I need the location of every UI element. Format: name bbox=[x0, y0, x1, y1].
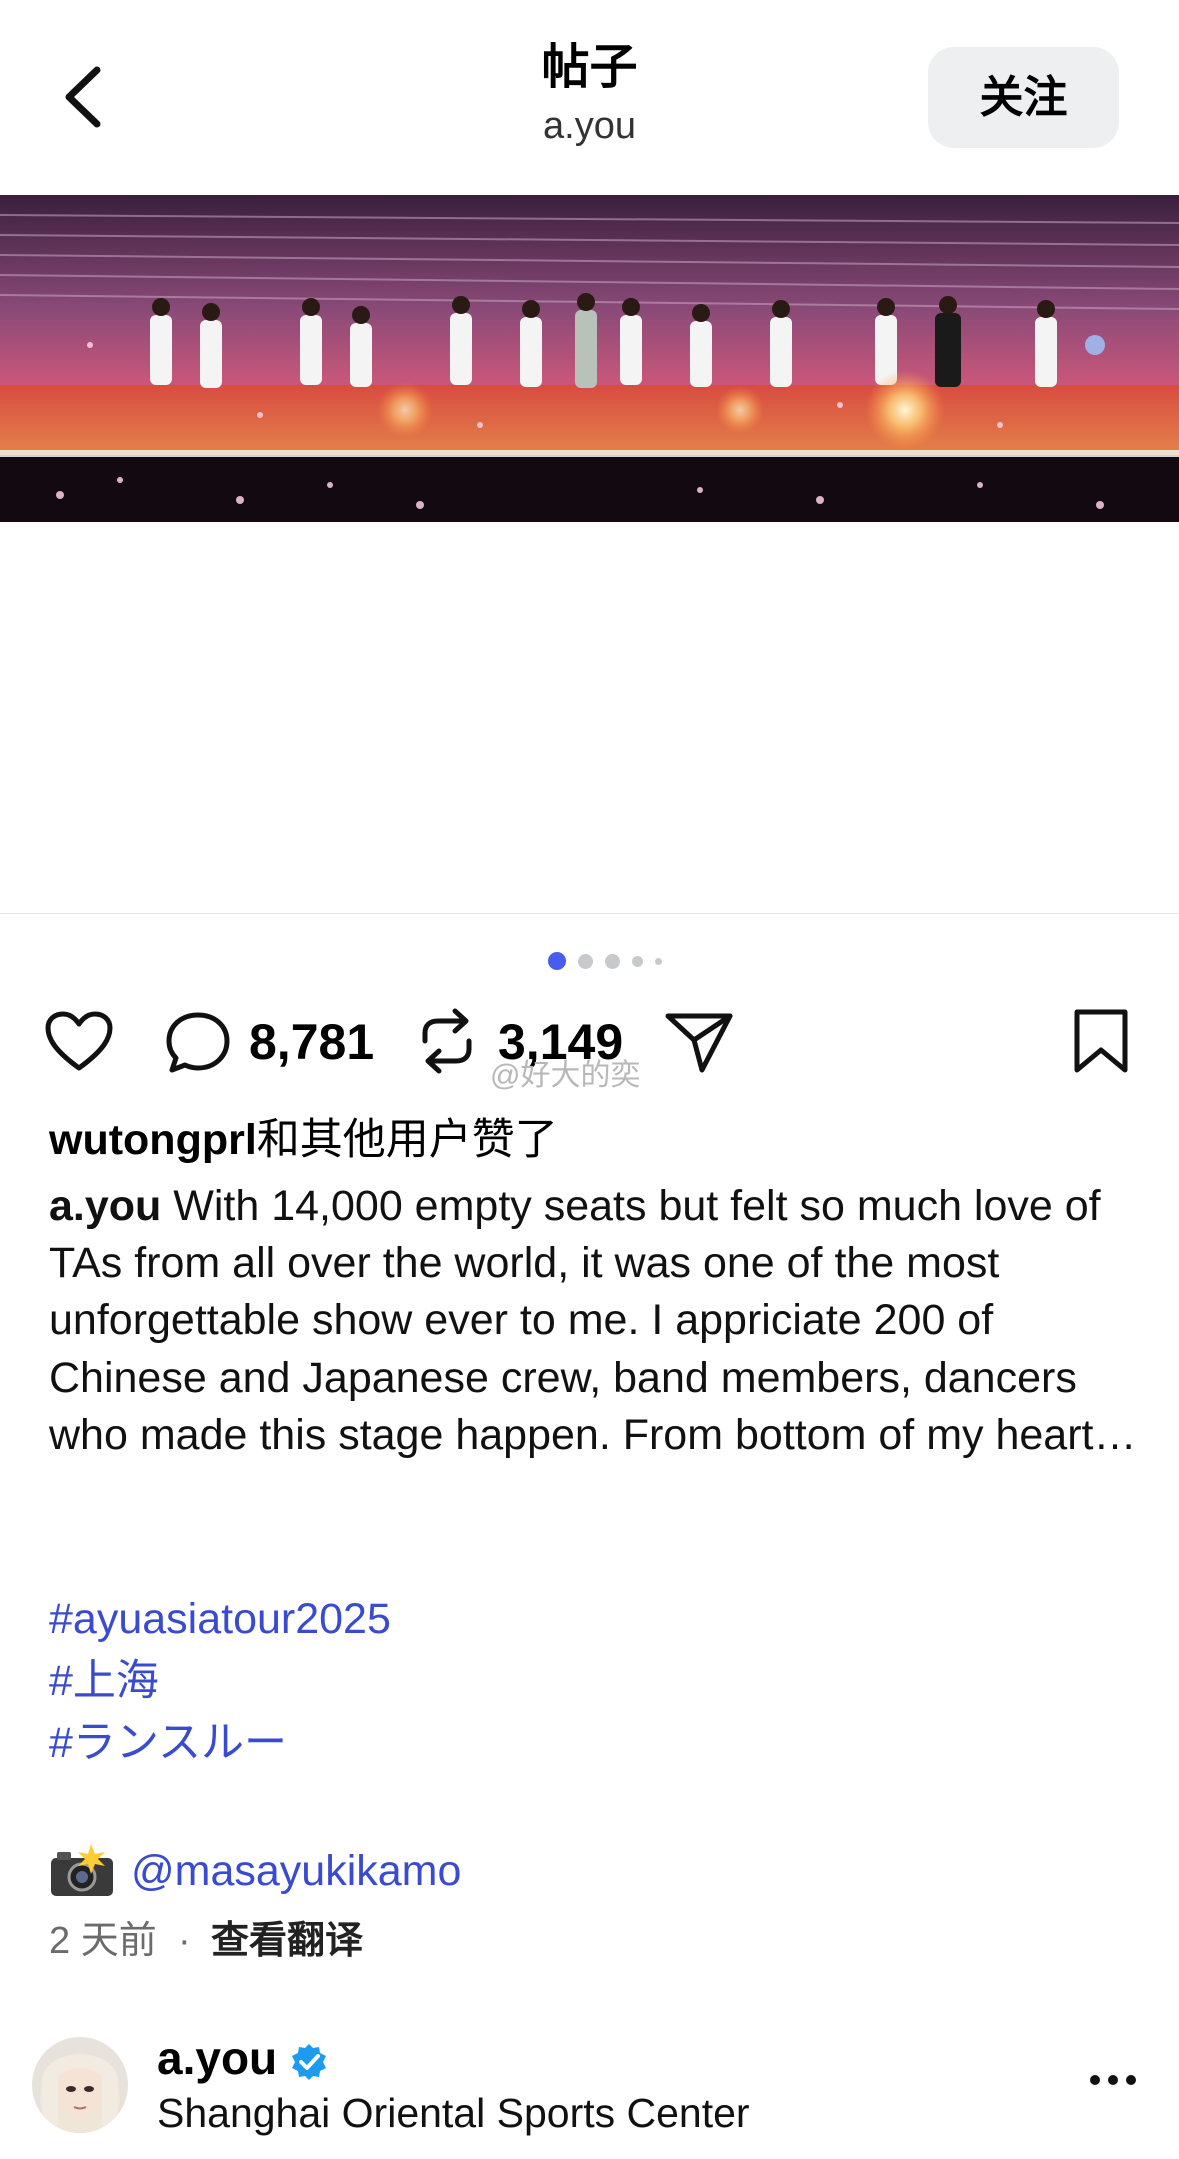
divider bbox=[0, 913, 1179, 914]
more-dots-icon bbox=[1126, 2075, 1136, 2085]
comment-bubble-icon bbox=[166, 1012, 230, 1073]
repost-icon bbox=[422, 1008, 472, 1074]
post-photo[interactable] bbox=[0, 195, 1179, 522]
photographer-mention-link[interactable]: @masayukikamo bbox=[131, 1842, 461, 1900]
see-translation-button[interactable]: 查看翻译 bbox=[211, 1915, 363, 1967]
carousel-dot bbox=[632, 955, 643, 967]
comment-button[interactable] bbox=[164, 1010, 232, 1076]
more-options-button[interactable] bbox=[1090, 2070, 1138, 2090]
account-name[interactable]: a.you bbox=[157, 2030, 277, 2086]
likes-summary: wutongprl和其他用户赞了 bbox=[49, 1111, 558, 1169]
bookmark-icon bbox=[1074, 1009, 1128, 1073]
like-button[interactable] bbox=[44, 1010, 114, 1074]
carousel-dot-active bbox=[548, 952, 566, 970]
carousel-dot bbox=[605, 953, 620, 969]
more-dots-icon bbox=[1090, 2075, 1100, 2085]
hashtag-link[interactable]: #ランスルー bbox=[49, 1714, 287, 1772]
caption-author[interactable]: a.you bbox=[49, 1182, 161, 1230]
follow-button[interactable]: 关注 bbox=[928, 47, 1119, 148]
verified-badge-icon bbox=[290, 2043, 328, 2081]
more-dots-icon bbox=[1108, 2075, 1118, 2085]
post-location[interactable]: Shanghai Oriental Sports Center bbox=[157, 2087, 750, 2139]
share-button[interactable] bbox=[664, 1010, 734, 1074]
post-caption: a.you With 14,000 empty seats but felt s… bbox=[49, 1178, 1139, 1464]
send-paper-plane-icon bbox=[665, 1013, 733, 1073]
bookmark-button[interactable] bbox=[1071, 1008, 1131, 1076]
repost-button[interactable] bbox=[415, 1005, 479, 1077]
carousel-dot bbox=[578, 953, 593, 969]
liker-username[interactable]: wutongprl bbox=[49, 1116, 257, 1164]
hashtag-link[interactable]: #ayuasiatour2025 bbox=[49, 1590, 391, 1648]
caption-text: With 14,000 empty seats but felt so much… bbox=[49, 1182, 1137, 1459]
heart-icon bbox=[45, 1011, 113, 1071]
hashtag-link[interactable]: #上海 bbox=[49, 1652, 159, 1710]
camera-flash-icon bbox=[49, 1842, 115, 1900]
carousel-indicator bbox=[548, 951, 662, 971]
watermark: @好大的奕 bbox=[490, 1059, 641, 1092]
meta-separator: · bbox=[178, 1920, 191, 1962]
comments-count: 8,781 bbox=[249, 1014, 375, 1070]
post-time: 2 天前 bbox=[49, 1920, 157, 1962]
concert-stage-image bbox=[0, 195, 1179, 522]
avatar[interactable] bbox=[32, 2037, 128, 2133]
carousel-dot bbox=[655, 957, 662, 965]
likes-suffix: 和其他用户赞了 bbox=[256, 1116, 558, 1164]
